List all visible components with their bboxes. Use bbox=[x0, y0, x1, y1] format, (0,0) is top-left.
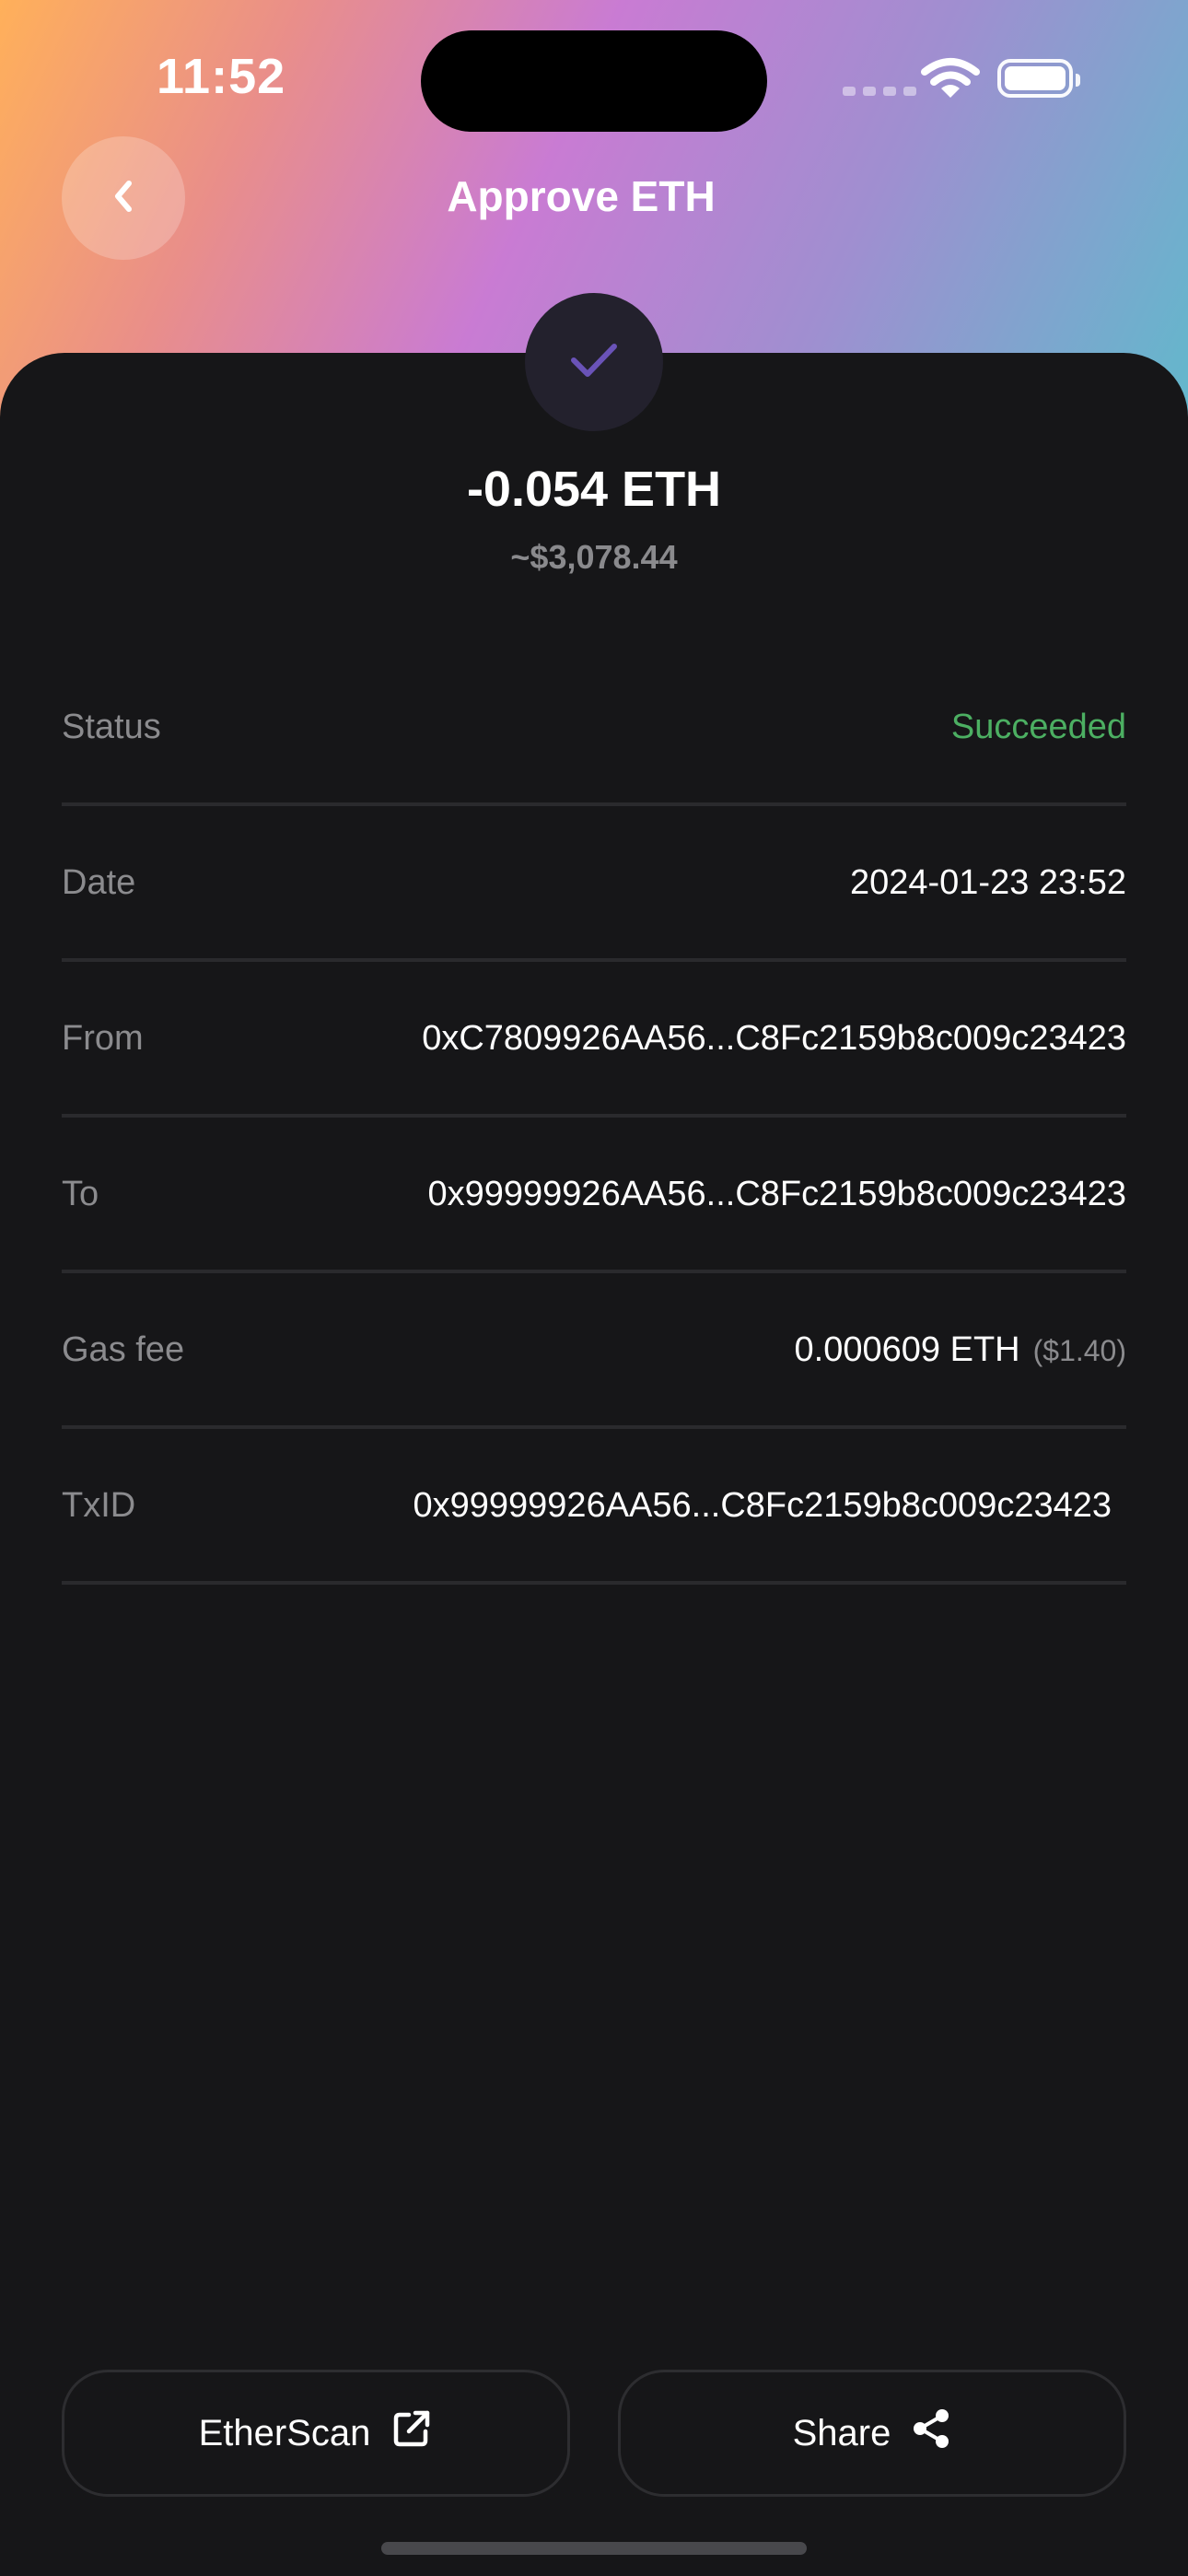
action-buttons: EtherScan Share bbox=[62, 2370, 1126, 2497]
battery-icon bbox=[997, 59, 1080, 98]
wifi-icon bbox=[921, 57, 980, 106]
detail-row-date: Date 2024-01-23 23:52 bbox=[62, 806, 1126, 962]
detail-row-to: To 0x99999926AA56...C8Fc2159b8c009c23423 bbox=[62, 1118, 1126, 1273]
txid-value[interactable]: 0x99999926AA56...C8Fc2159b8c009c23423 bbox=[413, 1486, 1112, 1526]
status-value: Succeeded bbox=[950, 708, 1126, 746]
from-label: From bbox=[62, 1019, 144, 1058]
status-label: Status bbox=[62, 708, 161, 746]
status-badge bbox=[525, 293, 663, 431]
transaction-detail-screen: 11:52 Approve ETH -0.054 ETH ~$3,078.44 … bbox=[0, 0, 1188, 2576]
cellular-signal-icon bbox=[843, 87, 916, 96]
status-time: 11:52 bbox=[157, 49, 286, 104]
to-label: To bbox=[62, 1175, 99, 1213]
detail-row-gas-fee: Gas fee 0.000609 ETH ($1.40) bbox=[62, 1273, 1126, 1429]
date-label: Date bbox=[62, 863, 136, 902]
status-bar: 11:52 bbox=[0, 0, 1188, 157]
fiat-amount: ~$3,078.44 bbox=[510, 538, 678, 576]
share-button-label: Share bbox=[792, 2412, 891, 2453]
txid-label: TxID bbox=[62, 1486, 136, 1525]
share-icon bbox=[911, 2407, 951, 2459]
share-button[interactable]: Share bbox=[618, 2370, 1126, 2497]
from-address[interactable]: 0xC7809926AA56...C8Fc2159b8c009c23423 bbox=[422, 1019, 1126, 1059]
etherscan-button[interactable]: EtherScan bbox=[62, 2370, 570, 2497]
date-value: 2024-01-23 23:52 bbox=[849, 863, 1126, 902]
detail-row-status: Status Succeeded bbox=[62, 650, 1126, 806]
gas-fee-value: 0.000609 ETH ($1.40) bbox=[795, 1330, 1126, 1370]
dynamic-island bbox=[421, 30, 767, 132]
details-list: Status Succeeded Date 2024-01-23 23:52 F… bbox=[62, 650, 1126, 1585]
detail-row-txid: TxID 0x99999926AA56...C8Fc2159b8c009c234… bbox=[62, 1429, 1126, 1585]
navigation-bar: Approve ETH bbox=[0, 136, 1188, 265]
transaction-amount: -0.054 ETH bbox=[466, 462, 722, 517]
etherscan-button-label: EtherScan bbox=[198, 2412, 371, 2453]
to-address[interactable]: 0x99999926AA56...C8Fc2159b8c009c23423 bbox=[428, 1175, 1127, 1214]
gas-fee-fiat: ($1.40) bbox=[1032, 1334, 1126, 1367]
gas-fee-eth: 0.000609 ETH bbox=[794, 1330, 1020, 1369]
gas-fee-label: Gas fee bbox=[62, 1330, 185, 1369]
external-link-icon bbox=[390, 2407, 433, 2459]
page-title: Approve ETH bbox=[447, 172, 716, 220]
checkmark-icon bbox=[566, 337, 622, 388]
home-indicator[interactable] bbox=[381, 2542, 807, 2555]
detail-row-from: From 0xC7809926AA56...C8Fc2159b8c009c234… bbox=[62, 962, 1126, 1118]
